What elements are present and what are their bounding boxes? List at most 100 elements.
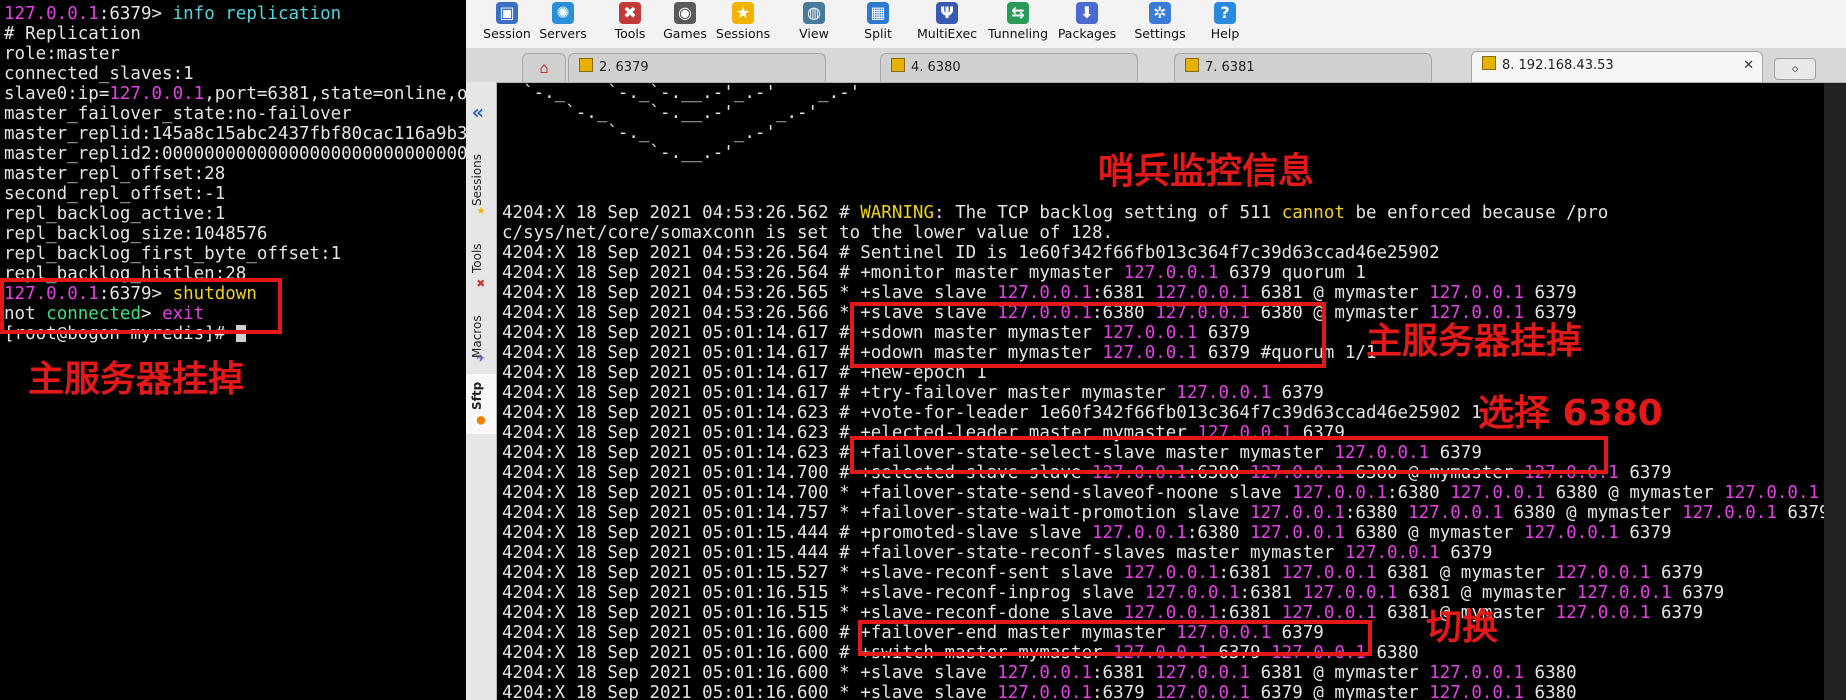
tab-label: 8. 192.168.43.53 xyxy=(1502,58,1614,73)
sentinel-terminal-text: :6380 xyxy=(1344,503,1409,523)
view-icon: ◍ xyxy=(803,2,825,24)
sentinel-terminal-text: 4204:X 18 Sep 2021 05:01:15.444 # +failo… xyxy=(502,543,1345,563)
terminal-scrollbar[interactable] xyxy=(1824,83,1846,700)
toolbar-sessions-button[interactable]: ★ Sessions xyxy=(712,0,774,48)
sentinel-terminal-text: be enforced because /pro xyxy=(1344,203,1609,223)
left-terminal-line: repl_backlog_size:1048576 xyxy=(4,224,466,244)
close-tab-icon[interactable]: ✕ xyxy=(1743,52,1754,80)
terminal-tab-icon xyxy=(1185,58,1199,72)
tab-192-168-43-53[interactable]: 8. 192.168.43.53 ✕ xyxy=(1471,51,1763,82)
left-terminal-text: second_repl_offset:-1 xyxy=(4,184,226,204)
left-terminal[interactable]: 127.0.0.1:6379> info replication # Replic… xyxy=(0,0,466,700)
toolbar-help-button[interactable]: ? Help xyxy=(1194,0,1256,48)
sentinel-terminal-text: :6381 xyxy=(1239,583,1303,603)
sentinel-terminal-line: `-._ _.-' xyxy=(502,123,1846,143)
new-tab-button[interactable]: ◇ xyxy=(1774,58,1816,80)
sentinel-terminal-text: `-._ _.-' xyxy=(502,123,776,143)
collapse-sidebar-icon[interactable]: « xyxy=(472,100,484,124)
sentinel-terminal-text: 127.0.0.1 xyxy=(997,683,1093,700)
sentinel-terminal-text: 127.0.0.1 xyxy=(1450,483,1546,503)
packages-icon: ⬇ xyxy=(1076,2,1098,24)
tab-6379[interactable]: 2. 6379 xyxy=(568,53,826,82)
sentinel-terminal-text: 127.0.0.1 xyxy=(1429,303,1525,323)
left-terminal-text: master_replid:145a8c15abc2437fbf80cac116… xyxy=(4,124,466,144)
toolbar-split-button[interactable]: ▦ Split xyxy=(847,0,909,48)
sentinel-terminal-text: 127.0.0.1 xyxy=(997,283,1093,303)
sftp-icon: ● xyxy=(476,412,486,428)
sentinel-terminal-text: 4204:X 18 Sep 2021 04:53:26.565 * +slave… xyxy=(502,283,998,303)
sentinel-terminal-line: 4204:X 18 Sep 2021 05:01:16.515 * +slave… xyxy=(502,583,1846,603)
games-icon: ◉ xyxy=(674,2,696,24)
toolbar-tools-button[interactable]: ✖ Tools xyxy=(599,0,661,48)
toolbar-label: Help xyxy=(1210,26,1240,41)
left-terminal-text: 127.0.0.1 xyxy=(4,4,99,24)
sentinel-terminal-text: 6380 @ mymaster xyxy=(1344,523,1525,543)
left-terminal-line: master_failover_state:no-failover xyxy=(4,104,466,124)
sentinel-terminal-text: 6381 @ mymaster xyxy=(1376,563,1556,583)
tab-label: 2. 6379 xyxy=(599,60,649,75)
sentinel-terminal-line: c/sys/net/core/somaxconn is set to the l… xyxy=(502,223,1846,243)
sentinel-terminal-text: 127.0.0.1 xyxy=(1429,283,1525,303)
sentinel-terminal-text: 127.0.0.1 xyxy=(1144,583,1240,603)
sentinel-terminal-text: 127.0.0.1 xyxy=(1092,523,1187,543)
left-terminal-text: repl_backlog_size:1048576 xyxy=(4,224,268,244)
sentinel-terminal-text: :6380 xyxy=(1186,523,1251,543)
sentinel-terminal-text: 127.0.0.1 xyxy=(1176,383,1272,403)
left-terminal-line: master_replid2:0000000000000000000000000… xyxy=(4,144,466,164)
sentinel-terminal-text: 6379 xyxy=(1618,523,1672,543)
toolbar-multiexec-button[interactable]: Ψ MultiExec xyxy=(916,0,978,48)
toolbar-session-button[interactable]: ▣ Session xyxy=(476,0,538,48)
master-down-label: 主服务器挂掉 xyxy=(1366,321,1583,362)
toolbar-games-button[interactable]: ◉ Games xyxy=(654,0,716,48)
sentinel-terminal-text: 127.0.0.1 xyxy=(1524,523,1619,543)
left-terminal-text: connected_slaves:1 xyxy=(4,64,194,84)
left-terminal-text: role:master xyxy=(4,44,120,64)
sentinel-terminal-text: 6379 xyxy=(1524,283,1577,303)
left-sidebar: « Sessions ★ Tools ✖ Macros ✈ Sftp ● xyxy=(466,82,497,700)
sentinel-terminal-text: cannot xyxy=(1281,203,1345,223)
tab-6380[interactable]: 4. 6380 xyxy=(880,53,1138,82)
sentinel-terminal-text: 127.0.0.1 xyxy=(1292,483,1388,503)
sentinel-terminal-text: 6380 @ mymaster xyxy=(1502,503,1683,523)
sentinel-terminal-text: 6380 @ mymaster xyxy=(1545,483,1725,503)
toolbar-packages-button[interactable]: ⬇ Packages xyxy=(1056,0,1118,48)
multiexec-icon: Ψ xyxy=(936,2,958,24)
left-terminal-text: repl_backlog_active:1 xyxy=(4,204,226,224)
left-terminal-line: repl_backlog_first_byte_offset:1 xyxy=(4,244,466,264)
toolbar-servers-button[interactable]: ✺ Servers xyxy=(532,0,594,48)
new-tab-icon: ◇ xyxy=(1791,62,1799,75)
left-terminal-text: 127.0.0.1 xyxy=(109,84,205,104)
sentinel-terminal-text: 4204:X 18 Sep 2021 04:53:26.564 # +monit… xyxy=(502,263,1124,283)
sentinel-terminal-text: 4204:X 18 Sep 2021 05:01:16.515 * +slave… xyxy=(502,583,1145,603)
mobaxterm-window: ▣ Session ✺ Servers ✖ Tools ◉ Games ★ Sessions ◍ Vi… xyxy=(466,0,1846,700)
sentinel-terminal-text: 6379 xyxy=(1618,463,1672,483)
sentinel-terminal-text: 6381 @ mymaster xyxy=(1397,583,1577,603)
tab-6381[interactable]: 7. 6381 xyxy=(1174,53,1432,82)
toolbar-label: Split xyxy=(864,26,892,41)
toolbar-label: Games xyxy=(663,26,707,41)
tab-label: 4. 6380 xyxy=(911,60,961,75)
sidebar-item-sftp[interactable]: Sftp xyxy=(470,378,492,414)
session-icon: ▣ xyxy=(496,2,518,24)
sentinel-terminal-text: 4204:X 18 Sep 2021 05:01:15.444 # +promo… xyxy=(502,523,1093,543)
sentinel-terminal-text: 127.0.0.1 xyxy=(1250,503,1345,523)
sentinel-terminal-text: 6380 xyxy=(1524,663,1577,683)
switch-label: 切换 xyxy=(1426,607,1499,648)
sentinel-terminal-text: 4204:X 18 Sep 2021 05:01:14.700 * +failo… xyxy=(502,483,1293,503)
sentinel-terminal-text: `-._ `-.__.-' _.-' xyxy=(502,103,819,123)
sentinel-terminal-text: 127.0.0.1 xyxy=(1682,503,1777,523)
toolbar-label: Packages xyxy=(1057,26,1117,41)
sentinel-terminal-text: :6381 xyxy=(1092,283,1156,303)
sentinel-terminal-text: 127.0.0.1 xyxy=(1408,503,1503,523)
toolbar-tunneling-button[interactable]: ⇆ Tunneling xyxy=(987,0,1049,48)
sentinel-terminal-text: 127.0.0.1 xyxy=(1302,583,1398,603)
sentinel-terminal-line: 4204:X 18 Sep 2021 05:01:15.527 * +slave… xyxy=(502,563,1846,583)
sentinel-terminal-line: 4204:X 18 Sep 2021 04:53:26.562 # WARNIN… xyxy=(502,203,1846,223)
toolbar-settings-button[interactable]: ✲ Settings xyxy=(1129,0,1191,48)
home-tab[interactable]: ⌂ xyxy=(522,53,566,82)
toolbar-label: Settings xyxy=(1134,26,1186,41)
toolbar-view-button[interactable]: ◍ View xyxy=(783,0,845,48)
sentinel-terminal-text: 4204:X 18 Sep 2021 05:01:16.600 * +slave… xyxy=(502,683,998,700)
sentinel-terminal-text: 6379 xyxy=(1650,603,1704,623)
sentinel-terminal-text: 127.0.0.1 xyxy=(1155,283,1251,303)
